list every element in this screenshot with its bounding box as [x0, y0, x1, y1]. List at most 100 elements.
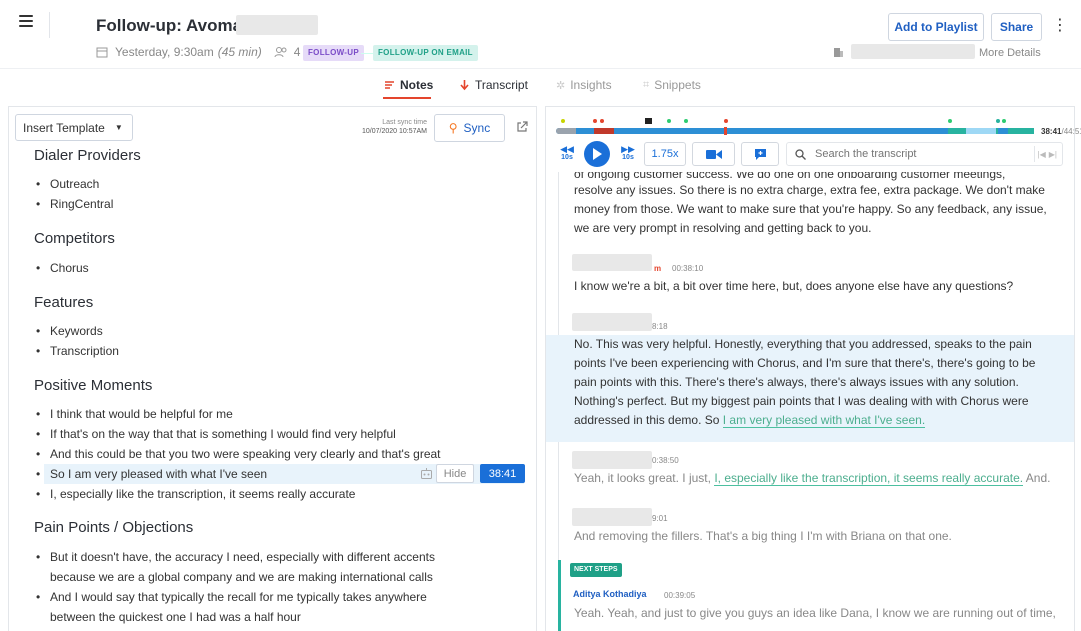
- time-readout: 38:41/44:51: [1041, 127, 1081, 136]
- sync-button[interactable]: ⚲ Sync: [434, 114, 505, 142]
- note-item[interactable]: And this could be that you two were spea…: [36, 447, 440, 461]
- timeline-dot: [1002, 119, 1006, 123]
- notes-icon: [385, 80, 394, 89]
- snippets-icon: ⌗: [643, 78, 650, 91]
- forward-label: 10s: [622, 154, 634, 161]
- transcript-timestamp[interactable]: 8:18: [652, 322, 668, 331]
- meeting-title: Follow-up: Avoma /: [96, 16, 252, 35]
- tab-transcript-label: Transcript: [475, 78, 528, 92]
- comment-button[interactable]: [741, 142, 779, 166]
- transcript-search[interactable]: |◀ ▶|: [786, 142, 1063, 166]
- rewind-button[interactable]: ◀◀ 10s: [559, 145, 575, 162]
- caret-down-icon: ▼: [114, 123, 123, 132]
- transcript-line[interactable]: addressed in this demo. So I am very ple…: [574, 411, 926, 430]
- transcript-timestamp[interactable]: 00:39:05: [664, 591, 695, 600]
- attendees-icon[interactable]: [274, 46, 288, 58]
- transcript-text: addressed in this demo. So: [574, 413, 720, 427]
- speaker-name[interactable]: m: [654, 264, 661, 273]
- tab-transcript[interactable]: Transcript: [459, 78, 528, 92]
- highlighted-phrase[interactable]: I, especially like the transcription, it…: [714, 471, 1024, 486]
- note-item[interactable]: RingCentral: [36, 197, 113, 211]
- time-current: 38:41: [1041, 127, 1062, 136]
- transcript-body: of ongoing customer success. We do one o…: [546, 172, 1074, 631]
- highlighted-phrase[interactable]: I am very pleased with what I've seen.: [722, 413, 926, 428]
- more-options-icon[interactable]: ⋮: [1052, 18, 1068, 36]
- bot-icon[interactable]: [420, 467, 433, 480]
- next-match-icon[interactable]: ▶|: [1049, 150, 1057, 159]
- transcript-timestamp[interactable]: 00:38:10: [672, 264, 703, 273]
- transcript-line[interactable]: pain points with this. There's there's a…: [574, 373, 1019, 392]
- timeline-dot: [593, 119, 597, 123]
- menu-icon[interactable]: [19, 15, 33, 27]
- tab-insights-label: Insights: [570, 78, 612, 92]
- transcript-text: Yeah, it looks great. I just,: [574, 471, 711, 485]
- last-sync-value: 10/07/2020 10:57AM: [362, 128, 427, 135]
- note-item[interactable]: I, especially like the transcription, it…: [36, 487, 355, 501]
- rewind-label: 10s: [561, 154, 573, 161]
- tag-follow-up-on-email[interactable]: FOLLOW-UP ON EMAIL: [373, 45, 478, 61]
- transcript-line[interactable]: money from those. We want to make sure t…: [574, 200, 1047, 219]
- note-item-continuation[interactable]: because we are a global company and we a…: [50, 570, 433, 584]
- timeline-dot: [645, 118, 652, 124]
- tab-notes-underline: [383, 97, 431, 99]
- section-heading: Pain Points / Objections: [34, 519, 194, 536]
- timeline-marker: [724, 127, 727, 135]
- meeting-meta: Yesterday, 9:30am (45 min) 4: [96, 45, 300, 59]
- external-link-icon[interactable]: [516, 121, 528, 133]
- transcript-timestamp[interactable]: 9:01: [652, 514, 668, 523]
- redacted-speaker: [572, 313, 652, 331]
- forward-button[interactable]: ▶▶ 10s: [620, 145, 636, 162]
- add-to-playlist-button[interactable]: Add to Playlist: [888, 13, 984, 41]
- transcript-line[interactable]: we are very prompt in resolving and gett…: [574, 219, 872, 238]
- tab-notes[interactable]: Notes: [384, 78, 433, 92]
- timeline-dot: [996, 119, 1000, 123]
- note-item[interactable]: If that's on the way that that is someth…: [36, 427, 396, 441]
- tab-snippets[interactable]: ⌗ Snippets: [643, 78, 701, 92]
- hide-button[interactable]: Hide: [436, 464, 474, 483]
- transcript-icon: [460, 80, 469, 91]
- tag-follow-up[interactable]: FOLLOW-UP: [303, 45, 364, 61]
- transcript-timestamp[interactable]: 0:38:50: [652, 456, 679, 465]
- timeline-segment: [998, 128, 1008, 134]
- note-item[interactable]: So I am very pleased with what I've seen: [36, 467, 267, 481]
- transcript-line[interactable]: Yeah. Yeah, and just to give you guys an…: [574, 604, 1056, 623]
- note-item[interactable]: Transcription: [36, 344, 119, 358]
- note-item[interactable]: I think that would be helpful for me: [36, 407, 233, 421]
- last-sync-label: Last sync time: [382, 119, 427, 126]
- transcript-text: And.: [1025, 471, 1051, 485]
- timestamp-button[interactable]: 38:41: [480, 464, 525, 483]
- transcript-line[interactable]: Nothing's perfect. But my biggest pain p…: [574, 392, 1029, 411]
- company-icon: [834, 48, 843, 57]
- search-input[interactable]: [815, 148, 1015, 160]
- header-divider: [49, 12, 50, 38]
- speaker-name[interactable]: Aditya Kothadiya: [573, 589, 647, 599]
- note-item[interactable]: But it doesn't have, the accuracy I need…: [36, 550, 435, 564]
- tab-insights[interactable]: ✲ Insights: [556, 78, 612, 92]
- tab-notes-label: Notes: [400, 78, 434, 92]
- next-steps-badge: NEXT STEPS: [570, 563, 622, 577]
- note-item[interactable]: And I would say that typically the recal…: [36, 590, 427, 604]
- note-item[interactable]: Outreach: [36, 177, 99, 191]
- section-heading: Dialer Providers: [34, 147, 141, 164]
- transcript-line[interactable]: No. This was very helpful. Honestly, eve…: [574, 335, 1032, 354]
- play-button[interactable]: [584, 141, 610, 167]
- transcript-line[interactable]: Yeah, it looks great. I just, I, especia…: [574, 469, 1050, 488]
- transcript-line[interactable]: points I've been experiencing with Choru…: [574, 354, 1035, 373]
- transcript-line[interactable]: I know we're a bit, a bit over time here…: [574, 277, 1013, 296]
- attendee-count[interactable]: 4: [294, 45, 301, 59]
- note-item-continuation[interactable]: between the quickest one I had was a hal…: [50, 610, 301, 624]
- timeline-dot: [600, 119, 604, 123]
- transcript-line[interactable]: And removing the fillers. That's a big t…: [574, 527, 952, 546]
- note-item[interactable]: Keywords: [36, 324, 103, 338]
- note-item[interactable]: Chorus: [36, 261, 89, 275]
- speed-button[interactable]: 1.75x: [644, 142, 686, 166]
- share-button[interactable]: Share: [991, 13, 1042, 41]
- timeline[interactable]: [556, 117, 1034, 135]
- more-details-link[interactable]: More Details: [979, 47, 1041, 59]
- insert-template-dropdown[interactable]: Insert Template ▼: [15, 114, 133, 141]
- prev-match-icon[interactable]: |◀: [1038, 150, 1046, 159]
- transcript-line[interactable]: resolve any issues. So there is no extra…: [574, 181, 1045, 200]
- timeline-segment: [594, 128, 614, 134]
- hubspot-icon: ⚲: [448, 121, 458, 135]
- video-button[interactable]: [692, 142, 735, 166]
